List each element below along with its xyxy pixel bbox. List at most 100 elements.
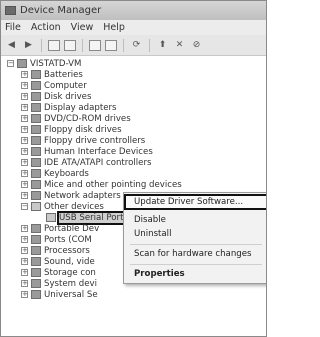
expand-icon[interactable]: + [21, 126, 28, 133]
collapse-icon[interactable]: − [21, 203, 28, 210]
expand-icon[interactable]: + [21, 71, 28, 78]
back-arrow-icon[interactable]: ◀ [5, 40, 18, 51]
port-icon [31, 235, 41, 244]
tree-item[interactable]: + Network adapters [21, 190, 121, 201]
tree-item[interactable]: + Disk drives [21, 91, 91, 102]
menu-divider [130, 244, 262, 245]
tree-item[interactable]: + Keyboards [21, 168, 89, 179]
expand-icon[interactable]: + [21, 148, 28, 155]
expand-icon[interactable]: + [21, 247, 28, 254]
tree-item[interactable]: + Universal Se [21, 289, 98, 300]
floppy-disk-icon [31, 125, 41, 134]
expand-icon[interactable]: + [21, 280, 28, 287]
forward-arrow-icon[interactable]: ▶ [22, 40, 35, 51]
expand-icon[interactable]: + [21, 159, 28, 166]
disable-menu-item[interactable]: Disable [134, 214, 166, 226]
expand-icon[interactable]: + [21, 170, 28, 177]
expand-icon[interactable]: + [21, 104, 28, 111]
expand-icon[interactable]: + [21, 115, 28, 122]
sound-icon [31, 257, 41, 266]
expand-icon[interactable]: + [21, 269, 28, 276]
tree-root-label: VISTATD-VM [30, 58, 82, 69]
collapse-icon[interactable]: − [7, 60, 14, 67]
tree-item[interactable]: + IDE ATA/ATAPI controllers [21, 157, 151, 168]
tree-item[interactable]: + Floppy drive controllers [21, 135, 145, 146]
view-icon[interactable] [64, 39, 76, 51]
tree-item-label: Floppy drive controllers [44, 135, 146, 146]
expand-icon[interactable]: + [21, 137, 28, 144]
properties-menu-item[interactable]: Properties [134, 268, 185, 280]
expand-icon[interactable]: + [21, 236, 28, 243]
tree-item[interactable]: + Computer [21, 80, 87, 91]
tree-item-label: Disk drives [44, 91, 92, 102]
toolbar-separator [149, 38, 150, 52]
warning-device-icon [46, 213, 56, 222]
expand-icon[interactable]: + [21, 93, 28, 100]
tree-item-label: Keyboards [44, 168, 89, 179]
tree-root[interactable]: − VISTATD-VM [7, 58, 81, 69]
disable-icon[interactable]: ⊘ [190, 40, 203, 51]
tree-item-label: IDE ATA/ATAPI controllers [44, 157, 152, 168]
scan-for-hardware-changes-menu-item[interactable]: Scan for hardware changes [134, 248, 251, 260]
tree-item-label: USB Serial Port [56, 210, 128, 225]
uninstall-menu-item[interactable]: Uninstall [134, 228, 171, 240]
tree-item[interactable]: + Ports (COM [21, 234, 92, 245]
menu-item-label: Uninstall [134, 229, 172, 239]
disk-drive-icon [31, 92, 41, 101]
device-manager-window: Device Manager File Action View Help ◀ ▶… [0, 0, 267, 337]
mouse-icon [31, 180, 41, 189]
tree-item[interactable]: + Portable Dev [21, 223, 99, 234]
expand-icon[interactable]: + [21, 192, 28, 199]
context-menu: Update Driver Software... Disable Uninst… [123, 192, 266, 284]
tree-item[interactable]: + Mice and other pointing devices [21, 179, 182, 190]
tree-item-label: Sound, vide [44, 256, 95, 267]
tree-item[interactable]: + Processors [21, 245, 90, 256]
tree-item[interactable]: − Other devices [21, 201, 104, 212]
tree-item-usb-serial-port[interactable]: USB Serial Port [46, 210, 128, 225]
tree-item[interactable]: + System devi [21, 278, 97, 289]
update-driver-software-menu-item[interactable]: Update Driver Software... [124, 194, 266, 210]
update-driver-icon[interactable]: ⬆ [156, 40, 169, 51]
toolbar-separator [82, 38, 83, 52]
expand-icon[interactable]: + [21, 225, 28, 232]
expand-icon[interactable]: + [21, 82, 28, 89]
other-devices-icon [31, 202, 41, 211]
device-manager-icon [5, 6, 16, 15]
tree-item[interactable]: + Display adapters [21, 102, 117, 113]
dvd-drive-icon [31, 114, 41, 123]
expand-icon[interactable]: + [21, 258, 28, 265]
menu-file[interactable]: File [5, 22, 21, 33]
tree-item-label: Floppy disk drives [44, 124, 122, 135]
tree-item[interactable]: + Human Interface Devices [21, 146, 153, 157]
tree-item[interactable]: + DVD/CD-ROM drives [21, 113, 131, 124]
tree-item[interactable]: + Storage con [21, 267, 96, 278]
usb-controller-icon [31, 290, 41, 299]
tree-item[interactable]: + Floppy disk drives [21, 124, 122, 135]
tree-item[interactable]: + Batteries [21, 69, 83, 80]
menu-item-label: Disable [134, 215, 166, 225]
expand-icon[interactable]: + [21, 291, 28, 298]
menu-view[interactable]: View [71, 22, 94, 33]
view-icon[interactable] [105, 39, 117, 51]
tree-item-label: Human Interface Devices [44, 146, 153, 157]
tree-item-label: System devi [44, 278, 97, 289]
menu-action[interactable]: Action [31, 22, 61, 33]
menu-help[interactable]: Help [103, 22, 125, 33]
properties-icon[interactable] [89, 39, 101, 51]
menu-item-label: Update Driver Software... [134, 197, 244, 207]
scan-icon[interactable]: ⟳ [130, 40, 143, 51]
title-bar: Device Manager [1, 1, 266, 20]
menu-bar: File Action View Help [1, 20, 266, 35]
uninstall-icon[interactable]: ✕ [173, 40, 186, 51]
tree-item-label: Network adapters [44, 190, 121, 201]
battery-icon [31, 70, 41, 79]
floppy-controller-icon [31, 136, 41, 145]
tree-item[interactable]: + Sound, vide [21, 256, 95, 267]
expand-icon[interactable]: + [21, 181, 28, 188]
storage-controller-icon [31, 268, 41, 277]
view-icon[interactable] [48, 39, 60, 51]
menu-item-label: Scan for hardware changes [134, 249, 252, 259]
tree-item-label: Processors [44, 245, 90, 256]
computer-icon [31, 81, 41, 90]
window-title: Device Manager [20, 5, 102, 16]
